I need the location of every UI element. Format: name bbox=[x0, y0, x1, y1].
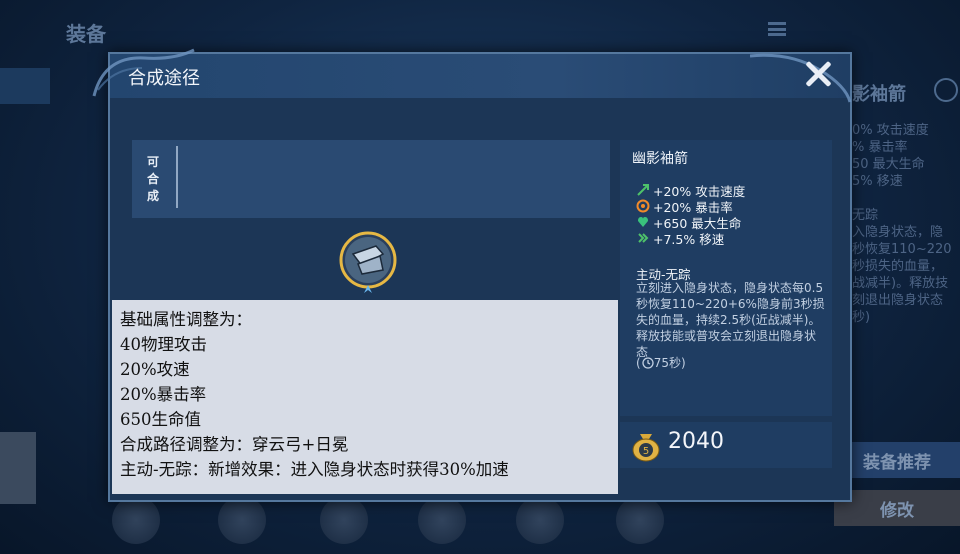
stat-text: +7.5% 移速 bbox=[653, 231, 725, 247]
active-skill-description: 立刻进入隐身状态，隐身状态每0.5秒恢复110~220+6%隐身前3秒损失的血量… bbox=[636, 281, 825, 359]
money-bag-icon: 5 bbox=[632, 434, 660, 462]
move-speed-icon bbox=[638, 233, 649, 243]
background-equipment-row bbox=[112, 496, 712, 546]
modify-button[interactable]: 修改 bbox=[834, 490, 960, 526]
close-icon[interactable] bbox=[802, 58, 834, 90]
cooldown-value: 75秒 bbox=[653, 356, 681, 370]
item-name: 幽影袖箭 bbox=[632, 151, 688, 167]
background-left-tab[interactable] bbox=[0, 68, 50, 104]
shadow-sleeve-arrow-icon[interactable] bbox=[336, 230, 400, 294]
item-price: 2040 bbox=[668, 429, 724, 454]
patch-note-line: 合成路径调整为：穿云弓+日冕 bbox=[120, 435, 349, 454]
equipment-slot[interactable] bbox=[112, 496, 160, 544]
health-icon bbox=[638, 217, 648, 227]
background-item-stats: 0% 攻击速度 % 暴击率 50 最大生命 5% 移速 无踪 入隐身状态，隐 秒… bbox=[852, 123, 952, 325]
cooldown: ( 75秒 ) bbox=[636, 355, 686, 371]
patch-note-overlay: 基础属性调整为： 40物理攻击 20%攻速 20%暴击率 650生命值 合成路径… bbox=[112, 300, 618, 494]
svg-text:5: 5 bbox=[643, 446, 649, 457]
patch-note-line: 650生命值 bbox=[120, 410, 201, 429]
menu-icon[interactable] bbox=[768, 22, 786, 36]
item-info-panel: 幽影袖箭 +20% 攻击速度 +20% 暴击率 +650 最大生命 +7.5% … bbox=[620, 140, 832, 416]
patch-note-line: 主动-无踪：新增效果：进入隐身状态时获得30%加速 bbox=[120, 460, 509, 479]
synthesis-dialog: 合成途径 可合成 基础属性调整为： 40物理攻击 20%攻速 20%暴击率 65… bbox=[92, 48, 852, 502]
patch-note-line: 基础属性调整为： bbox=[120, 310, 252, 329]
patch-note-line: 20%攻速 bbox=[120, 360, 190, 379]
background-item-detail: 影袖箭 0% 攻击速度 % 暴击率 50 最大生命 5% 移速 无踪 入隐身状态… bbox=[852, 70, 960, 430]
crit-icon bbox=[636, 199, 650, 213]
item-stats: +20% 攻击速度 +20% 暴击率 +650 最大生命 +7.5% 移速 bbox=[636, 182, 745, 247]
dialog-header: 合成途径 bbox=[92, 48, 852, 103]
equipment-slot[interactable] bbox=[616, 496, 664, 544]
price-panel: 5 2040 bbox=[620, 422, 832, 468]
equipment-slot[interactable] bbox=[320, 496, 368, 544]
dialog-title: 合成途径 bbox=[128, 68, 200, 89]
recommend-button[interactable]: 装备推荐 bbox=[834, 442, 960, 478]
stat-row: +7.5% 移速 bbox=[636, 230, 745, 247]
equipment-slot[interactable] bbox=[218, 496, 266, 544]
equipment-slot[interactable] bbox=[418, 496, 466, 544]
craftable-section: 可合成 bbox=[132, 140, 610, 218]
divider bbox=[176, 146, 178, 208]
patch-note-line: 20%暴击率 bbox=[120, 385, 207, 404]
craftable-label: 可合成 bbox=[146, 155, 159, 203]
background-page-title: 装备 bbox=[66, 22, 106, 46]
play-icon[interactable] bbox=[934, 78, 958, 102]
patch-note-line: 40物理攻击 bbox=[120, 335, 207, 354]
attack-speed-icon bbox=[637, 184, 649, 196]
equipment-slot[interactable] bbox=[516, 496, 564, 544]
clock-icon bbox=[642, 356, 654, 369]
hero-avatar[interactable] bbox=[0, 432, 36, 504]
background-item-name: 影袖箭 bbox=[852, 84, 906, 105]
